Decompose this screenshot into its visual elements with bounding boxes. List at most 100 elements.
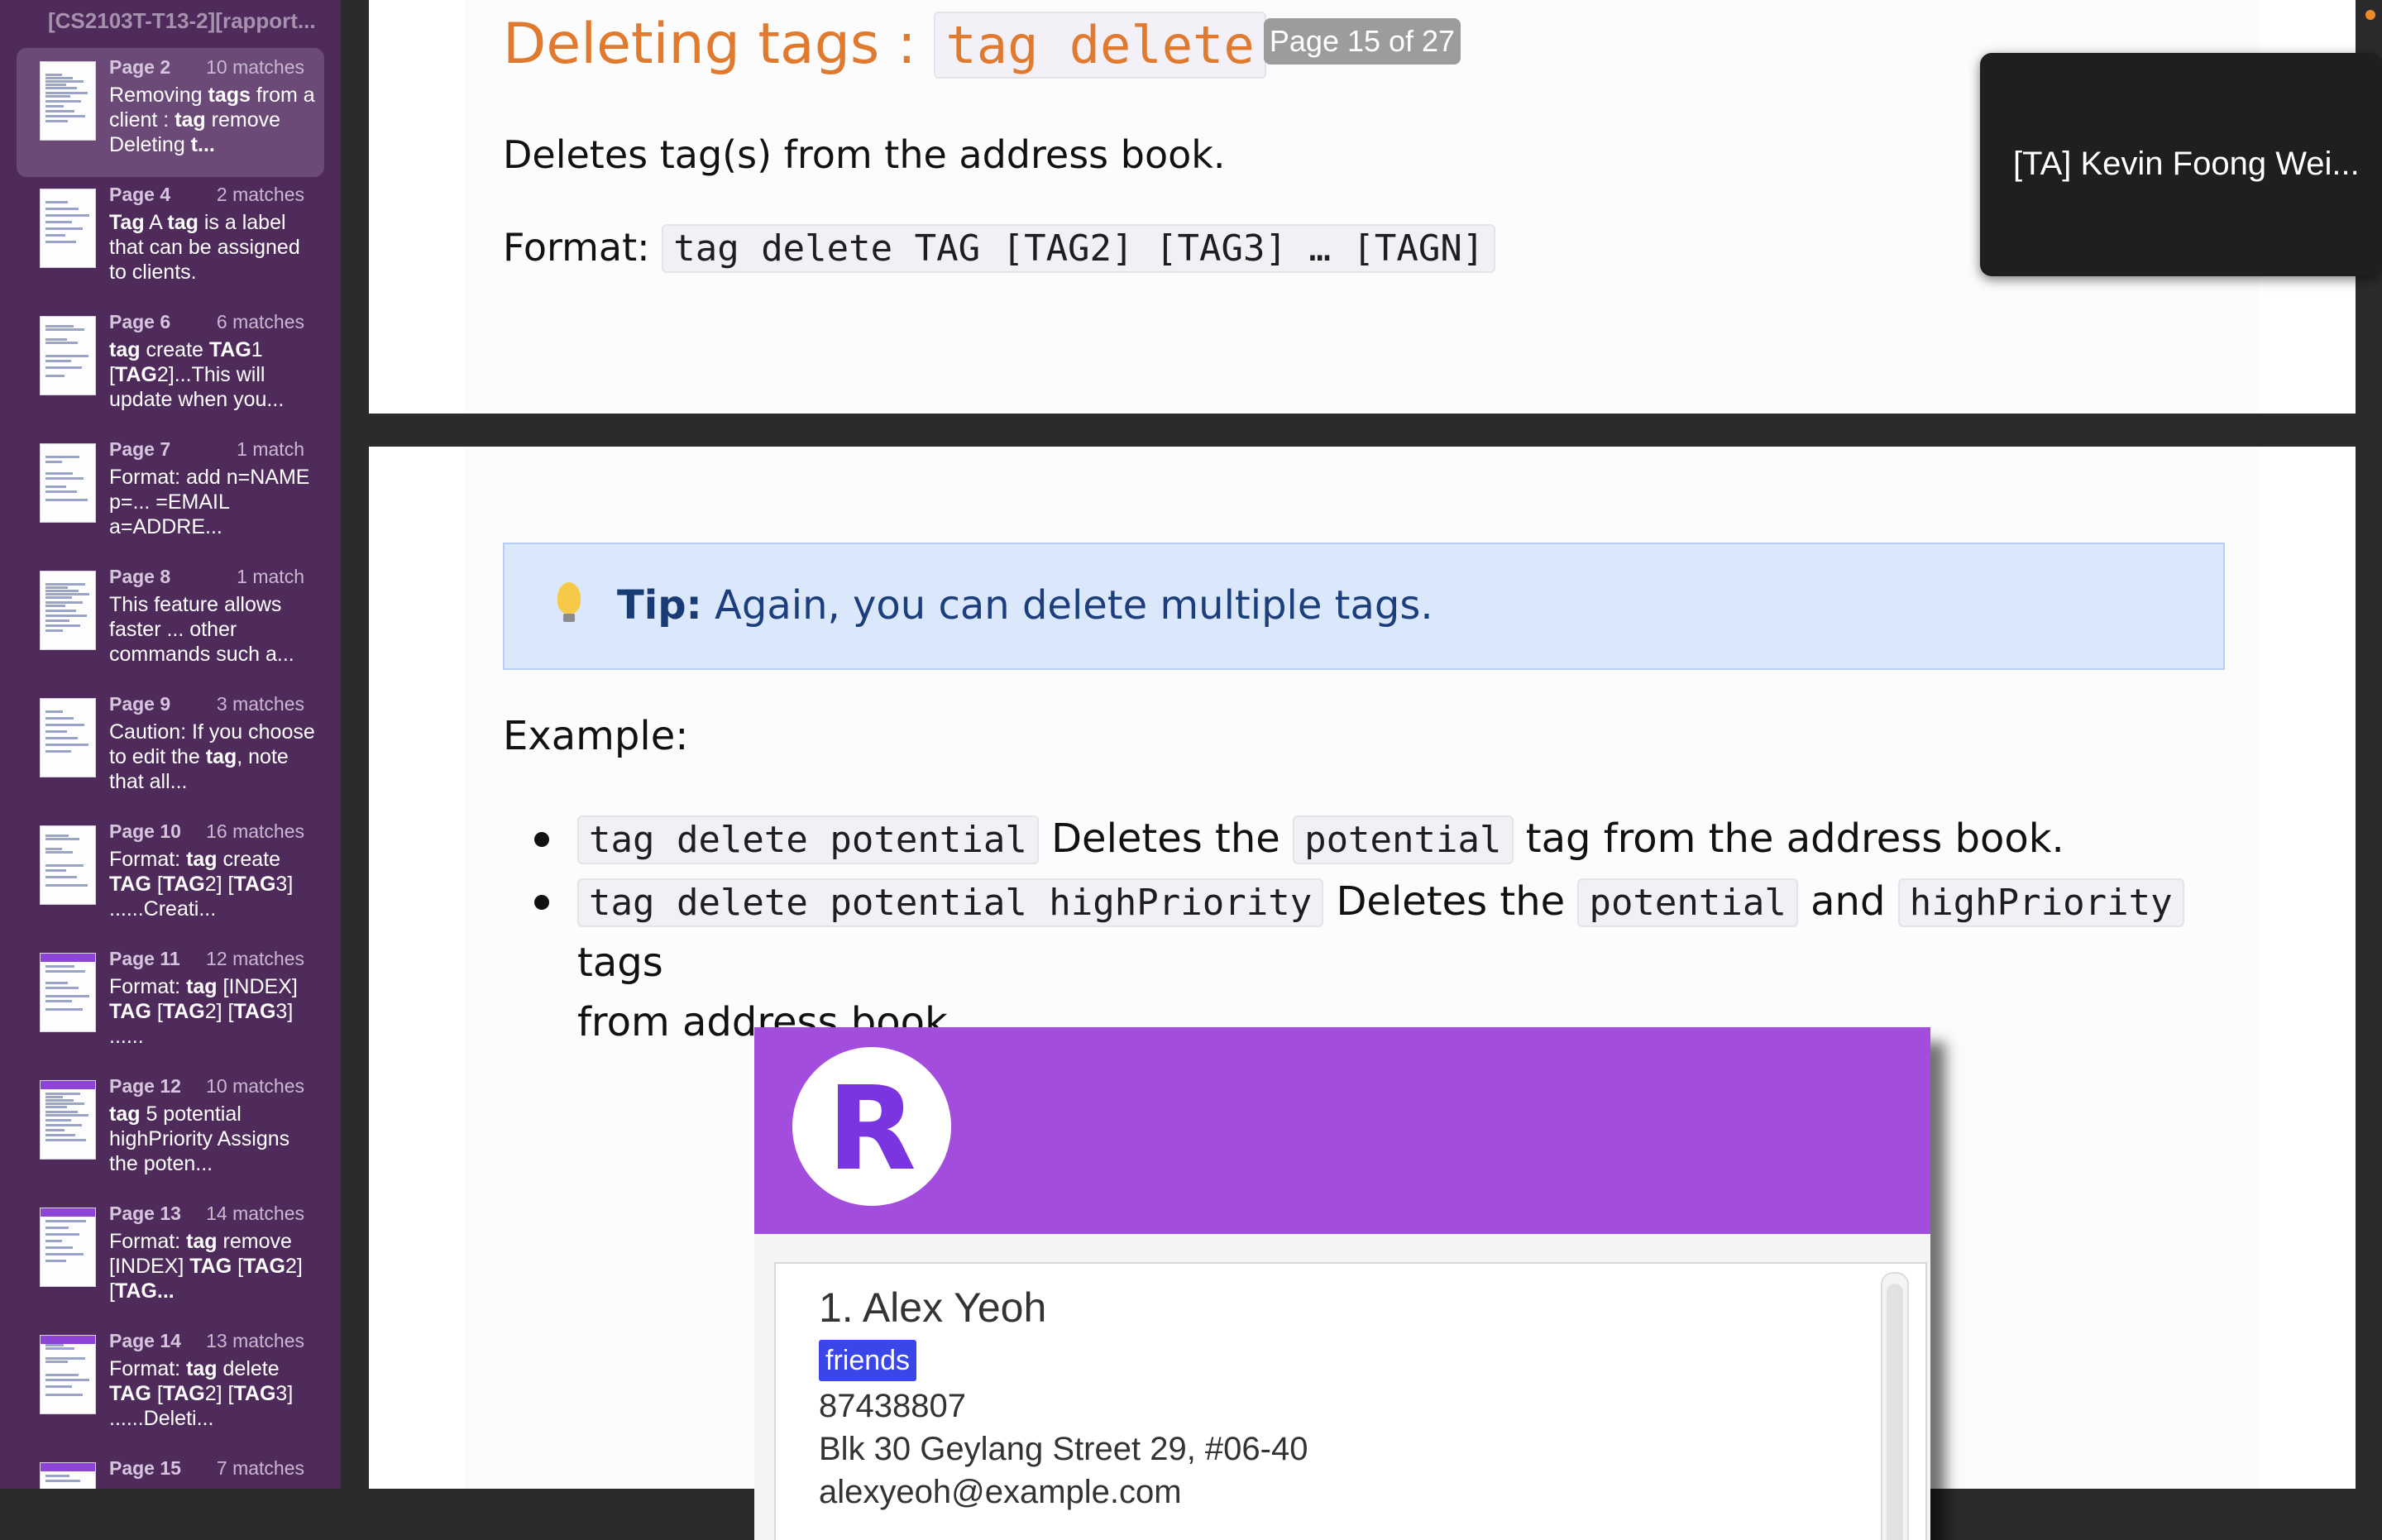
participant-name: [TA] Kevin Foong Wei...: [2013, 146, 2360, 182]
description-text: Deletes tag(s) from the address book.: [503, 132, 1226, 177]
page-thumbnail: [40, 1208, 96, 1287]
example-heading: Example:: [503, 713, 689, 759]
result-snippet: Caution: If you choose to edit the tag, …: [109, 720, 315, 793]
result-snippet: Format: tag create TAG [TAG2] [TAG3] ...…: [109, 848, 294, 921]
example-code: tag delete potential highPriority: [577, 878, 1324, 927]
result-page-number: Page 12: [109, 1075, 181, 1097]
result-match-count: 10 matches: [206, 56, 304, 78]
result-page-number: Page 10: [109, 820, 181, 842]
search-results-sidebar: [CS2103T-T13-2][rapport... Page 2 10 matc…: [0, 0, 341, 1489]
page-thumbnail: [40, 1080, 96, 1160]
result-snippet: Format: tag remove [INDEX] TAG [TAG2] [T…: [109, 1230, 303, 1303]
result-match-count: 16 matches: [206, 820, 304, 842]
search-result-item[interactable]: Page 6 6 matches tag create TAG1 [TAG2]...…: [17, 303, 324, 432]
example-text: tag from the address book.: [1513, 815, 2064, 862]
page-indicator: Page 15 of 27: [1264, 18, 1461, 65]
tip-text: Tip: Again, you can delete multiple tags…: [617, 582, 1433, 629]
result-match-count: 7 matches: [216, 1457, 304, 1479]
app-header: R: [754, 1027, 1930, 1234]
result-match-count: 13 matches: [206, 1330, 304, 1351]
page-thumbnail: [40, 571, 96, 650]
tip-label: Tip:: [617, 582, 702, 629]
contact-address: Blk 30 Geylang Street 29, #06-40: [819, 1431, 1308, 1467]
app-screenshot-image: R 1. Alex Yeoh friends 87438807 Blk 30 G…: [754, 1027, 1930, 1540]
result-match-count: 10 matches: [206, 1075, 304, 1097]
result-snippet: Format: tag delete TAG [TAG2] [TAG3] ...…: [109, 1357, 294, 1430]
page-heading: Deleting tags : tag delete: [503, 12, 1266, 79]
format-line: Format: tag delete TAG [TAG2] [TAG3] … […: [503, 224, 1496, 273]
example-text: and: [1797, 878, 1898, 925]
result-match-count: 6 matches: [216, 311, 304, 332]
page-thumbnail: [40, 189, 96, 268]
example-code: potential: [1293, 815, 1514, 864]
search-result-item[interactable]: Page 14 13 matches Format: tag delete TAG …: [17, 1322, 324, 1451]
recording-indicator-icon: [2365, 10, 2375, 20]
page-thumbnail: [40, 1335, 96, 1414]
search-result-item[interactable]: Page 10 16 matches Format: tag create TAG …: [17, 812, 324, 941]
example-bullet-2: tag delete potential highPriority Delete…: [577, 872, 2198, 1052]
search-result-item[interactable]: Page 7 1 match Format: add n=NAME p=... =E…: [17, 430, 324, 559]
search-result-item[interactable]: Page 4 2 matches Tag A tag is a label that…: [17, 175, 324, 304]
result-page-number: Page 13: [109, 1203, 181, 1224]
page-thumbnail: [40, 61, 96, 141]
scrollbar: [1881, 1272, 1909, 1540]
example-code: potential: [1577, 878, 1798, 927]
bullet-dot: [534, 832, 549, 847]
page-thumbnail: [40, 698, 96, 777]
example-code: highPriority: [1897, 878, 2184, 927]
result-page-number: Page 8: [109, 566, 171, 587]
result-page-number: Page 2: [109, 56, 171, 78]
example-code: tag delete potential: [577, 815, 1039, 864]
result-snippet: This feature allows faster ... other com…: [109, 593, 294, 666]
result-snippet: tag create TAG1 [TAG2]...This will updat…: [109, 338, 285, 411]
result-snippet: Format: add n=NAME p=... =EMAIL a=ADDRE.…: [109, 466, 310, 538]
search-result-item[interactable]: Page 8 1 match This feature allows faster …: [17, 557, 324, 686]
tip-box: Tip: Again, you can delete multiple tags…: [503, 543, 2225, 670]
result-match-count: 12 matches: [206, 948, 304, 969]
logo-letter: R: [827, 1062, 916, 1197]
page-thumbnail: [40, 316, 96, 395]
result-snippet: tag 5 potential highPriority Assigns the…: [109, 1102, 290, 1175]
search-result-item[interactable]: Page 15 7 matches: [17, 1449, 324, 1489]
contact-phone: 87438807: [819, 1388, 966, 1424]
result-match-count: 1 match: [237, 566, 304, 587]
contact-email: alexyeoh@example.com: [819, 1474, 1182, 1510]
page-thumbnail: [40, 1462, 96, 1489]
result-match-count: 3 matches: [216, 693, 304, 715]
tip-body: Again, you can delete multiple tags.: [701, 582, 1433, 629]
search-result-item[interactable]: Page 9 3 matches Caution: If you choose to…: [17, 685, 324, 814]
search-result-item[interactable]: Page 12 10 matches tag 5 potential highPri…: [17, 1067, 324, 1196]
search-result-item[interactable]: Page 13 14 matches Format: tag remove [IND…: [17, 1194, 324, 1323]
result-page-number: Page 9: [109, 693, 171, 715]
result-snippet: Removing tags from a client : tag remove…: [109, 84, 315, 156]
app-logo: R: [792, 1047, 951, 1206]
search-result-item[interactable]: Page 2 10 matches Removing tags from a cli…: [17, 48, 324, 177]
sidebar-divider[interactable]: [341, 0, 369, 1489]
video-call-tile[interactable]: [TA] Kevin Foong Wei...: [1980, 53, 2382, 276]
example-text: Deletes the: [1038, 815, 1294, 862]
result-match-count: 1 match: [237, 438, 304, 460]
result-page-number: Page 11: [109, 948, 180, 969]
example-bullet-1: tag delete potential Deletes the potenti…: [577, 809, 2198, 870]
example-text: tags: [577, 940, 663, 986]
contact-list: 1. Alex Yeoh friends 87438807 Blk 30 Gey…: [774, 1262, 1927, 1540]
result-page-number: Page 7: [109, 438, 171, 460]
result-page-number: Page 14: [109, 1330, 181, 1351]
result-snippet: Format: tag [INDEX] TAG [TAG2] [TAG3] ..…: [109, 975, 298, 1048]
search-result-item[interactable]: Page 11 12 matches Format: tag [INDEX] TAG…: [17, 940, 324, 1069]
bullet-dot: [534, 895, 549, 910]
result-snippet: Tag A tag is a label that can be assigne…: [109, 211, 300, 284]
lightbulb-icon: [557, 582, 581, 622]
tag-chip: friends: [819, 1340, 917, 1381]
result-match-count: 2 matches: [216, 184, 304, 205]
format-label: Format:: [503, 225, 662, 270]
page-thumbnail: [40, 953, 96, 1032]
heading-text: Deleting tags :: [503, 12, 935, 77]
format-code: tag delete TAG [TAG2] [TAG3] … [TAGN]: [662, 224, 1496, 273]
result-page-number: Page 4: [109, 184, 171, 205]
result-page-number: Page 15: [109, 1457, 181, 1479]
result-match-count: 14 matches: [206, 1203, 304, 1224]
page-thumbnail: [40, 443, 96, 523]
result-page-number: Page 6: [109, 311, 171, 332]
page-thumbnail: [40, 825, 96, 905]
